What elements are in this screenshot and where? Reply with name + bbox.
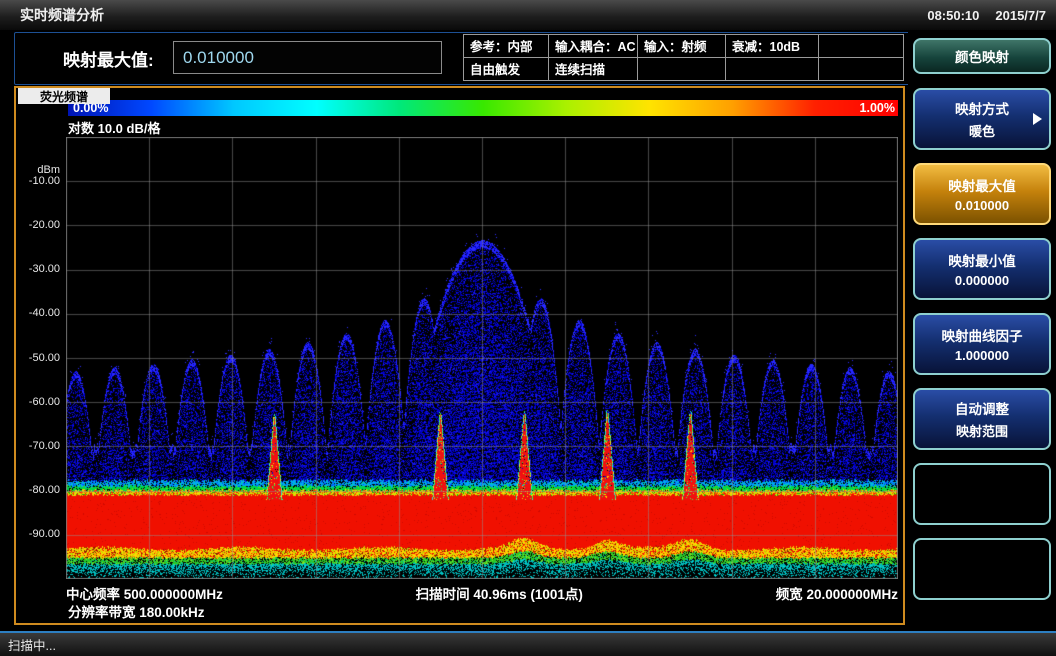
softkey-value: 0.000000	[955, 273, 1009, 288]
softkey-value: 暖色	[969, 121, 995, 140]
softkey-颜色映射[interactable]: 颜色映射	[913, 38, 1051, 74]
info-cell: 参考：内部	[463, 34, 549, 58]
info-cell: 连续扫描	[549, 58, 638, 82]
instrument-screen: { "window": { "title": "实时频谱分析", "time":…	[0, 0, 1056, 654]
clock-date: 2015/7/7	[995, 8, 1046, 23]
submenu-arrow-icon	[1033, 113, 1042, 125]
y-axis-tick: -90.00	[16, 528, 60, 540]
active-parameter-label: 映射最大值:	[63, 33, 154, 84]
parameter-input-value: 0.010000	[183, 48, 254, 68]
sweep-time-readout: 扫描时间 40.96ms (1001点)	[416, 583, 583, 603]
density-colorbar: 0.00% 1.00%	[68, 100, 898, 116]
softkey-映射曲线因子[interactable]: 映射曲线因子 1.000000	[913, 313, 1051, 375]
rbw-readout: 分辨率带宽 180.00kHz	[68, 601, 205, 621]
y-axis-tick: -80.00	[16, 484, 60, 496]
info-cell: 输入：射频	[638, 34, 726, 58]
y-axis-tick: -50.00	[16, 352, 60, 364]
softkey-blank[interactable]	[913, 538, 1051, 600]
info-cell: 自由触发	[463, 58, 549, 82]
softkey-映射最大值[interactable]: 映射最大值 0.010000	[913, 163, 1051, 225]
softkey-blank[interactable]	[913, 463, 1051, 525]
amplitude-scale-label: 对数 10.0 dB/格	[68, 118, 160, 137]
info-cell	[726, 58, 819, 82]
app-title: 实时频谱分析	[20, 5, 104, 25]
info-cell	[819, 34, 904, 58]
softkey-label: 映射最大值	[948, 175, 1016, 195]
parameter-bar: 映射最大值: 0.010000 参考：内部输入耦合：AC输入：射频衰减：10dB…	[14, 32, 1046, 85]
softkey-label: 颜色映射	[955, 46, 1009, 66]
parameter-input[interactable]: 0.010000	[173, 41, 442, 74]
title-bar: 实时频谱分析 08:50:10 2015/7/7	[0, 0, 1056, 31]
softkey-sidebar: 颜色映射映射方式暖色映射最大值 0.010000 映射最小值 0.000000 映射曲线…	[908, 31, 1056, 631]
softkey-value: 1.000000	[955, 348, 1009, 363]
sweep-readout-row: 中心频率 500.000000MHz 扫描时间 40.96ms (1001点) …	[66, 583, 898, 603]
y-axis-tick: -40.00	[16, 307, 60, 319]
softkey-value: 映射范围	[956, 421, 1008, 440]
status-bar: 扫描中...	[0, 631, 1056, 656]
info-cell	[638, 58, 726, 82]
spectrum-panel: 荧光频谱 0.00% 1.00% 对数 10.0 dB/格 dBm-10.00-…	[14, 86, 905, 625]
center-frequency-readout: 中心频率 500.000000MHz	[66, 583, 223, 603]
settings-readout-table: 参考：内部输入耦合：AC输入：射频衰减：10dB 自由触发连续扫描	[463, 34, 904, 81]
info-cell	[819, 58, 904, 82]
softkey-映射最小值[interactable]: 映射最小值 0.000000	[913, 238, 1051, 300]
spectrum-display	[66, 137, 898, 579]
colorbar-max-label: 1.00%	[860, 100, 895, 116]
y-axis-tick: -20.00	[16, 219, 60, 231]
info-cell: 衰减：10dB	[726, 34, 819, 58]
y-axis-tick: -70.00	[16, 440, 60, 452]
y-axis-labels: dBm-10.00-20.00-30.00-40.00-50.00-60.00-…	[16, 137, 62, 579]
info-cell: 输入耦合：AC	[549, 34, 638, 58]
clock-time: 08:50:10	[927, 8, 979, 23]
softkey-自动调整[interactable]: 自动调整映射范围	[913, 388, 1051, 450]
y-axis-tick: -30.00	[16, 263, 60, 275]
span-readout: 频宽 20.000000MHz	[776, 583, 898, 603]
softkey-label: 映射方式	[955, 98, 1009, 118]
status-text: 扫描中...	[8, 635, 56, 654]
y-axis-tick: -60.00	[16, 396, 60, 408]
softkey-label: 自动调整	[955, 398, 1009, 418]
softkey-label: 映射曲线因子	[942, 325, 1023, 345]
softkey-value: 0.010000	[955, 198, 1009, 213]
tab-persistence-spectrum[interactable]: 荧光频谱	[18, 88, 110, 104]
y-axis-tick: -10.00	[16, 175, 60, 187]
softkey-映射方式[interactable]: 映射方式暖色	[913, 88, 1051, 150]
softkey-label: 映射最小值	[948, 250, 1016, 270]
